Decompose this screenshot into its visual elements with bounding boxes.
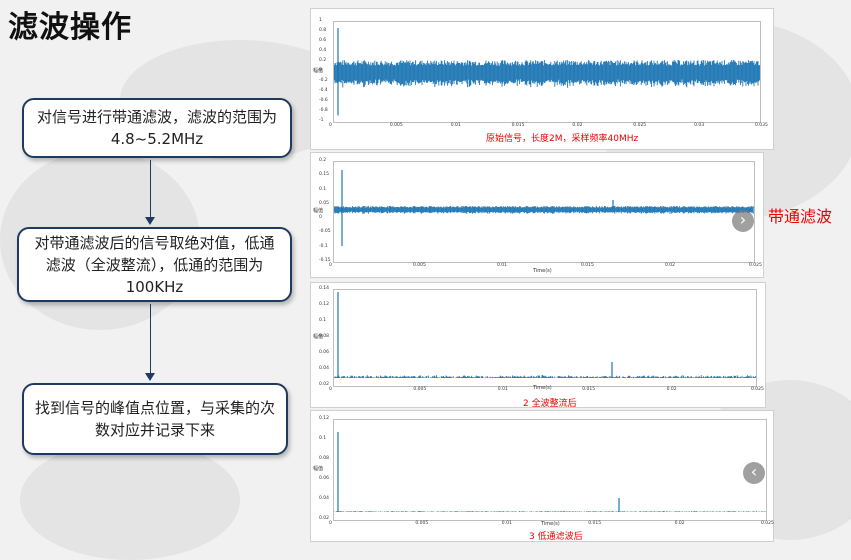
x-tick-label: 0.025 <box>751 387 764 392</box>
x-tick-label: 0.02 <box>572 123 583 128</box>
x-axis-label: Time(s) <box>541 521 560 527</box>
y-tick-label: 0.14 <box>319 286 330 291</box>
x-tick-label: 0.01 <box>497 263 508 268</box>
x-tick-label: 0.02 <box>674 521 685 526</box>
signal-plot <box>334 170 754 246</box>
x-tick-label: 0.025 <box>761 521 774 526</box>
plot-panel-original: 幅值 1 0.8 0.6 0.4 0.2 0 -0.2 -0.4 -0.6 -0.8 -1 0 0.00… <box>310 8 774 150</box>
signal-plot <box>334 432 766 512</box>
x-axis-label: Time(s) <box>533 268 552 274</box>
x-tick-label: 0 <box>329 387 332 392</box>
x-tick-label: 0.005 <box>389 123 403 128</box>
next-slide-button[interactable]: › <box>732 210 754 232</box>
chevron-left-icon: ‹ <box>750 462 758 481</box>
y-tick-label: -0.6 <box>319 98 328 103</box>
y-tick-label: -0.2 <box>319 78 328 83</box>
y-tick-label: 0.06 <box>319 476 330 481</box>
y-tick-label: 0.6 <box>319 38 327 43</box>
x-tick-label: 0.005 <box>413 263 426 268</box>
plot-area <box>333 419 767 521</box>
plot-caption: 3 低通滤波后 <box>529 532 583 542</box>
bandpass-label: 带通滤波 <box>768 207 833 226</box>
x-tick-label: 0 <box>329 123 332 128</box>
step-box-rectify: 对带通滤波后的信号取绝对值，低通滤波（全波整流），低通的范围为100KHz <box>17 227 292 302</box>
y-tick-label: 0.08 <box>319 456 330 461</box>
y-tick-label: 0.08 <box>319 334 330 339</box>
x-tick-label: 0.03 <box>694 123 705 128</box>
y-tick-label: 0.12 <box>319 416 330 421</box>
y-tick-label: 0.02 <box>319 382 330 387</box>
chevron-right-icon: › <box>739 210 747 229</box>
background-map <box>20 440 240 560</box>
y-tick-label: -0.4 <box>319 88 328 93</box>
x-tick-label: 0.01 <box>497 387 508 392</box>
y-tick-label: 0.2 <box>319 58 327 63</box>
step-text: 找到信号的峰值点位置，与采集的次数对应并记录下来 <box>34 399 275 439</box>
flow-arrow-head <box>145 217 155 225</box>
signal-plot <box>334 28 760 116</box>
step-text: 对带通滤波后的信号取绝对值，低通滤波（全波整流），低通的范围为100KHz <box>34 233 275 296</box>
y-tick-label: -1 <box>319 118 324 123</box>
x-axis-label: Time(s) <box>533 385 552 391</box>
y-tick-label: -0.05 <box>319 229 331 235</box>
x-tick-label: 0 <box>329 521 332 526</box>
x-tick-label: 0.025 <box>633 123 647 128</box>
y-tick-label: 0.2 <box>319 158 327 163</box>
y-tick-label: 0.1 <box>319 186 327 192</box>
x-tick-label: 0.015 <box>582 387 596 392</box>
y-tick-label: 0 <box>319 68 322 73</box>
y-tick-label: 0.05 <box>319 200 330 206</box>
plot-area <box>333 289 757 387</box>
step-box-peak: 找到信号的峰值点位置，与采集的次数对应并记录下来 <box>22 383 288 455</box>
x-tick-label: 0.01 <box>501 521 512 526</box>
flow-arrow <box>150 304 151 374</box>
x-tick-label: 0.02 <box>665 263 676 268</box>
y-tick-label: -0.1 <box>319 243 328 249</box>
signal-plot <box>334 292 756 378</box>
prev-slide-button[interactable]: ‹ <box>743 462 765 484</box>
slide-title: 滤波操作 <box>8 10 132 45</box>
y-axis-label: 幅值 <box>313 208 324 214</box>
x-tick-label: 0.025 <box>749 263 762 268</box>
x-tick-label: 0.035 <box>755 123 768 128</box>
plot-panel-bandpass: 幅值 0.2 0.15 0.1 0.05 0 -0.05 -0.1 -0.15 0 0.005 0.… <box>310 152 764 278</box>
step-box-bandpass: 对信号进行带通滤波，滤波的范围为4.8~5.2MHz <box>22 98 292 158</box>
x-tick-label: 0 <box>329 263 332 268</box>
x-tick-label: 0.015 <box>588 521 602 526</box>
y-tick-label: 0.12 <box>319 302 330 307</box>
x-tick-label: 0.02 <box>666 387 677 392</box>
plot-panel-lowpass: 幅值 0.12 0.1 0.08 0.06 0.04 0.02 0 0.005 0.01 0.01… <box>310 410 774 542</box>
step-text: 对信号进行带通滤波，滤波的范围为4.8~5.2MHz <box>36 108 277 148</box>
plot-caption: 原始信号，长度2M，采样频率40MHz <box>486 134 639 144</box>
y-tick-label: 1 <box>319 18 322 23</box>
y-tick-label: 0.8 <box>319 28 327 33</box>
y-axis-label: 幅值 <box>313 466 324 472</box>
x-tick-label: 0.015 <box>581 263 594 268</box>
y-tick-label: 0 <box>319 215 322 221</box>
plot-area <box>333 161 755 263</box>
y-tick-label: 0.1 <box>319 436 327 441</box>
y-tick-label: 0.04 <box>319 366 330 371</box>
x-tick-label: 0.015 <box>511 123 525 128</box>
plot-panel-rectified: 幅值 0.14 0.12 0.1 0.08 0.06 0.04 0.02 0 0.005 0.01… <box>310 282 766 409</box>
y-tick-label: 0.1 <box>319 318 327 323</box>
x-tick-label: 0.005 <box>413 387 427 392</box>
y-tick-label: -0.8 <box>319 108 328 113</box>
x-tick-label: 0.01 <box>450 123 461 128</box>
x-tick-label: 0.005 <box>415 521 429 526</box>
y-tick-label: 0.15 <box>319 172 330 178</box>
plot-area <box>333 21 761 123</box>
y-tick-label: 0.4 <box>319 48 327 53</box>
flow-arrow-head <box>145 373 155 381</box>
y-tick-label: 0.02 <box>319 516 330 521</box>
plot-caption: 2 全波整流后 <box>523 399 577 409</box>
y-tick-label: 0.04 <box>319 496 330 501</box>
flow-arrow <box>150 160 151 218</box>
y-tick-label: 0.06 <box>319 350 330 355</box>
